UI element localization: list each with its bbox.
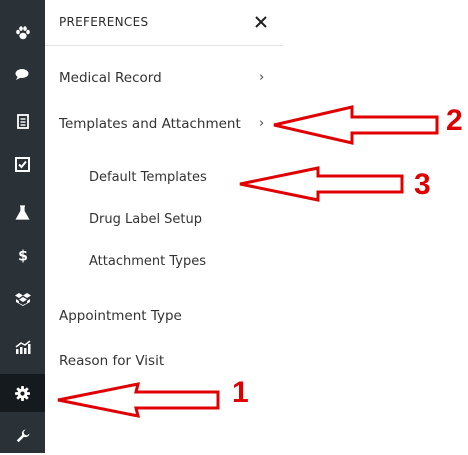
panel-title: PREFERENCES	[59, 15, 149, 29]
chevron-right-icon[interactable]: ›	[259, 116, 264, 131]
chat-icon	[15, 69, 28, 80]
billing-nav-item[interactable]: $	[0, 236, 45, 274]
annotation-number-3: 3	[414, 168, 431, 201]
chevron-right-icon[interactable]: ›	[259, 70, 264, 85]
chart-icon	[15, 340, 30, 354]
menu-item-medical-record[interactable]: Medical Record	[59, 70, 162, 86]
svg-text:$: $	[18, 248, 28, 263]
panel-header: PREFERENCES	[45, 0, 283, 46]
boxes-icon	[14, 293, 31, 306]
menu-item-templates-and-attachment[interactable]: Templates and Attachment	[59, 116, 241, 132]
dollar-icon: $	[18, 248, 28, 263]
menu-item-appointment-type[interactable]: Appointment Type	[59, 308, 182, 324]
tools-nav-item[interactable]	[0, 417, 45, 455]
record-nav-item[interactable]	[0, 102, 45, 140]
reports-nav-item[interactable]	[0, 328, 45, 366]
submenu-item-attachment-types[interactable]: Attachment Types	[89, 254, 206, 269]
annotation-arrow-2	[273, 105, 439, 145]
preferences-nav-item[interactable]	[0, 374, 45, 412]
paw-icon	[15, 26, 30, 40]
paw-nav-item[interactable]	[0, 14, 45, 52]
submenu-item-default-templates[interactable]: Default Templates	[89, 170, 207, 185]
icon-sidebar: $	[0, 0, 45, 453]
annotation-number-1: 1	[232, 376, 249, 409]
submenu-item-drug-label-setup[interactable]: Drug Label Setup	[89, 212, 202, 227]
checklist-nav-item[interactable]	[0, 145, 45, 183]
inventory-nav-item[interactable]	[0, 280, 45, 318]
close-button[interactable]	[253, 14, 269, 30]
wrench-icon	[16, 429, 29, 443]
record-icon	[16, 113, 29, 129]
flask-icon	[15, 204, 30, 220]
chat-nav-item[interactable]	[0, 56, 45, 94]
annotation-number-2: 2	[446, 104, 463, 137]
close-icon	[255, 16, 267, 28]
menu-item-reason-for-visit[interactable]: Reason for Visit	[59, 353, 164, 369]
checklist-icon	[15, 156, 30, 172]
gear-icon	[15, 385, 30, 401]
lab-nav-item[interactable]	[0, 193, 45, 231]
